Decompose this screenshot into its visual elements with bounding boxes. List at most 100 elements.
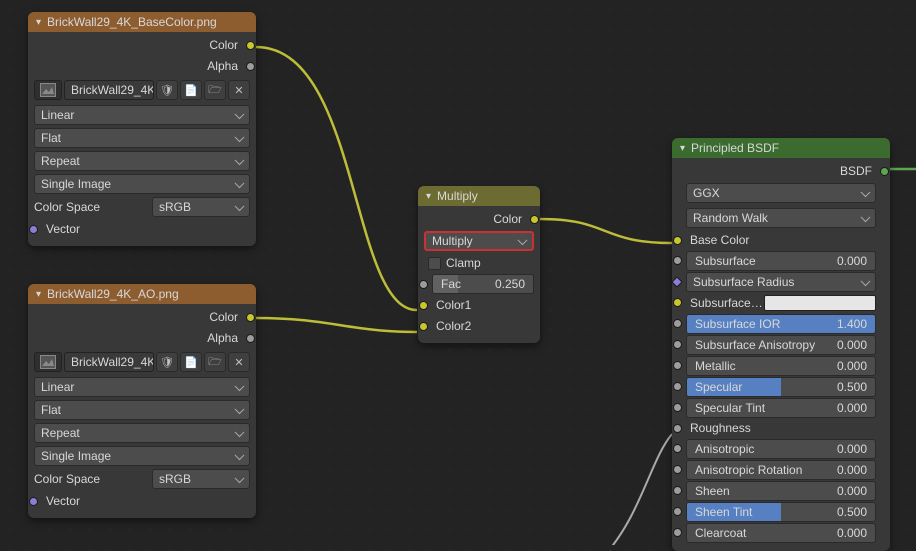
value-slider[interactable]: Subsurface0.000 bbox=[686, 251, 876, 271]
extension-select[interactable]: Repeat bbox=[34, 423, 250, 443]
input-subsurface[interactable]: Subsurface0.000 bbox=[678, 250, 884, 271]
source-select[interactable]: Single Image bbox=[34, 446, 250, 466]
socket-dot[interactable] bbox=[419, 301, 428, 310]
output-bsdf[interactable]: BSDF bbox=[678, 162, 884, 180]
input-vector[interactable]: Vector bbox=[34, 492, 250, 510]
socket-dot[interactable] bbox=[673, 465, 682, 474]
input-roughness[interactable]: Roughness bbox=[678, 419, 884, 437]
input-subsurface-radius[interactable]: Subsurface Radius bbox=[678, 271, 884, 292]
value-dropdown[interactable]: Subsurface Radius bbox=[686, 272, 876, 292]
collapse-icon[interactable]: ▾ bbox=[36, 289, 41, 300]
projection-select[interactable]: Flat bbox=[34, 400, 250, 420]
socket-dot[interactable] bbox=[29, 225, 38, 234]
output-alpha[interactable]: Alpha bbox=[34, 329, 250, 347]
value-slider[interactable]: Clearcoat0.000 bbox=[686, 523, 876, 543]
socket-dot[interactable] bbox=[673, 507, 682, 516]
value-slider[interactable]: Subsurface IOR1.400 bbox=[686, 314, 876, 334]
input-subsurface-anisotropy[interactable]: Subsurface Anisotropy0.000 bbox=[678, 334, 884, 355]
input-subsurface-ior[interactable]: Subsurface IOR1.400 bbox=[678, 313, 884, 334]
input-clearcoat[interactable]: Clearcoat0.000 bbox=[678, 522, 884, 543]
node-header[interactable]: ▾ BrickWall29_4K_AO.png bbox=[28, 284, 256, 304]
open-folder-icon[interactable]: 🗁 bbox=[204, 80, 226, 100]
socket-dot[interactable] bbox=[673, 424, 682, 433]
image-preview-icon[interactable] bbox=[34, 352, 62, 372]
collapse-icon[interactable]: ▾ bbox=[680, 143, 685, 154]
socket-dot[interactable] bbox=[673, 486, 682, 495]
interpolation-select[interactable]: Linear bbox=[34, 105, 250, 125]
extension-select[interactable]: Repeat bbox=[34, 151, 250, 171]
mix-rgb-node[interactable]: ▾ Multiply Color Multiply Clamp Fac 0.25… bbox=[418, 186, 540, 343]
color-space-select[interactable]: sRGB bbox=[152, 197, 250, 217]
node-header[interactable]: ▾ BrickWall29_4K_BaseColor.png bbox=[28, 12, 256, 32]
input-specular[interactable]: Specular0.500 bbox=[678, 376, 884, 397]
projection-select[interactable]: Flat bbox=[34, 128, 250, 148]
input-subsurface-col-[interactable]: Subsurface Col... bbox=[678, 292, 884, 313]
socket-dot[interactable] bbox=[246, 313, 255, 322]
input-color1[interactable]: Color1 bbox=[424, 296, 534, 314]
collapse-icon[interactable]: ▾ bbox=[426, 191, 431, 202]
socket-dot[interactable] bbox=[29, 497, 38, 506]
socket-dot[interactable] bbox=[673, 528, 682, 537]
output-alpha[interactable]: Alpha bbox=[34, 57, 250, 75]
color-swatch[interactable] bbox=[764, 295, 876, 311]
socket-dot[interactable] bbox=[673, 444, 682, 453]
fake-user-icon[interactable]: 🛡 bbox=[156, 352, 178, 372]
socket-dot[interactable] bbox=[246, 62, 255, 71]
open-file-icon[interactable]: 📄 bbox=[180, 352, 202, 372]
value-slider[interactable]: Anisotropic Rotation0.000 bbox=[686, 460, 876, 480]
socket-dot[interactable] bbox=[880, 167, 889, 176]
image-name-field[interactable]: BrickWall29_4K_... bbox=[64, 80, 154, 100]
socket-dot[interactable] bbox=[673, 382, 682, 391]
fake-user-icon[interactable]: 🛡 bbox=[156, 80, 178, 100]
input-specular-tint[interactable]: Specular Tint0.000 bbox=[678, 397, 884, 418]
socket-dot[interactable] bbox=[246, 41, 255, 50]
image-name-field[interactable]: BrickWall29_4K_... bbox=[64, 352, 154, 372]
source-select[interactable]: Single Image bbox=[34, 174, 250, 194]
color-space-select[interactable]: sRGB bbox=[152, 469, 250, 489]
blend-mode-select[interactable]: Multiply bbox=[424, 231, 534, 251]
input-base-color[interactable]: Base Color bbox=[678, 231, 884, 249]
node-header[interactable]: ▾ Principled BSDF bbox=[672, 138, 890, 158]
socket-dot[interactable] bbox=[673, 340, 682, 349]
socket-dot[interactable] bbox=[419, 280, 428, 289]
value-slider[interactable]: Specular0.500 bbox=[686, 377, 876, 397]
value-slider[interactable]: Sheen Tint0.500 bbox=[686, 502, 876, 522]
socket-dot[interactable] bbox=[671, 276, 682, 287]
output-color[interactable]: Color bbox=[34, 36, 250, 54]
input-sheen[interactable]: Sheen0.000 bbox=[678, 480, 884, 501]
socket-dot[interactable] bbox=[246, 334, 255, 343]
image-texture-node-basecolor[interactable]: ▾ BrickWall29_4K_BaseColor.png Color Alp… bbox=[28, 12, 256, 246]
unlink-icon[interactable]: ✕ bbox=[228, 80, 250, 100]
value-slider[interactable]: Specular Tint0.000 bbox=[686, 398, 876, 418]
value-slider[interactable]: Anisotropic0.000 bbox=[686, 439, 876, 459]
fac-slider[interactable]: Fac 0.250 bbox=[432, 274, 534, 294]
collapse-icon[interactable]: ▾ bbox=[36, 17, 41, 28]
clamp-checkbox[interactable]: Clamp bbox=[424, 254, 534, 272]
input-color2[interactable]: Color2 bbox=[424, 317, 534, 335]
input-anisotropic-rotation[interactable]: Anisotropic Rotation0.000 bbox=[678, 459, 884, 480]
interpolation-select[interactable]: Linear bbox=[34, 377, 250, 397]
output-color[interactable]: Color bbox=[424, 210, 534, 228]
principled-bsdf-node[interactable]: ▾ Principled BSDF BSDF GGX Random Walk B… bbox=[672, 138, 890, 551]
open-folder-icon[interactable]: 🗁 bbox=[204, 352, 226, 372]
output-color[interactable]: Color bbox=[34, 308, 250, 326]
socket-dot[interactable] bbox=[673, 403, 682, 412]
input-vector[interactable]: Vector bbox=[34, 220, 250, 238]
image-preview-icon[interactable] bbox=[34, 80, 62, 100]
input-sheen-tint[interactable]: Sheen Tint0.500 bbox=[678, 501, 884, 522]
input-anisotropic[interactable]: Anisotropic0.000 bbox=[678, 438, 884, 459]
image-texture-node-ao[interactable]: ▾ BrickWall29_4K_AO.png Color Alpha Bric… bbox=[28, 284, 256, 518]
sss-method-select[interactable]: Random Walk bbox=[686, 208, 876, 228]
distribution-select[interactable]: GGX bbox=[686, 183, 876, 203]
node-header[interactable]: ▾ Multiply bbox=[418, 186, 540, 206]
socket-dot[interactable] bbox=[673, 236, 682, 245]
unlink-icon[interactable]: ✕ bbox=[228, 352, 250, 372]
socket-dot[interactable] bbox=[530, 215, 539, 224]
socket-dot[interactable] bbox=[673, 361, 682, 370]
socket-dot[interactable] bbox=[673, 298, 682, 307]
socket-dot[interactable] bbox=[673, 256, 682, 265]
input-metallic[interactable]: Metallic0.000 bbox=[678, 355, 884, 376]
open-file-icon[interactable]: 📄 bbox=[180, 80, 202, 100]
input-fac[interactable]: Fac 0.250 bbox=[424, 275, 534, 293]
socket-dot[interactable] bbox=[673, 319, 682, 328]
